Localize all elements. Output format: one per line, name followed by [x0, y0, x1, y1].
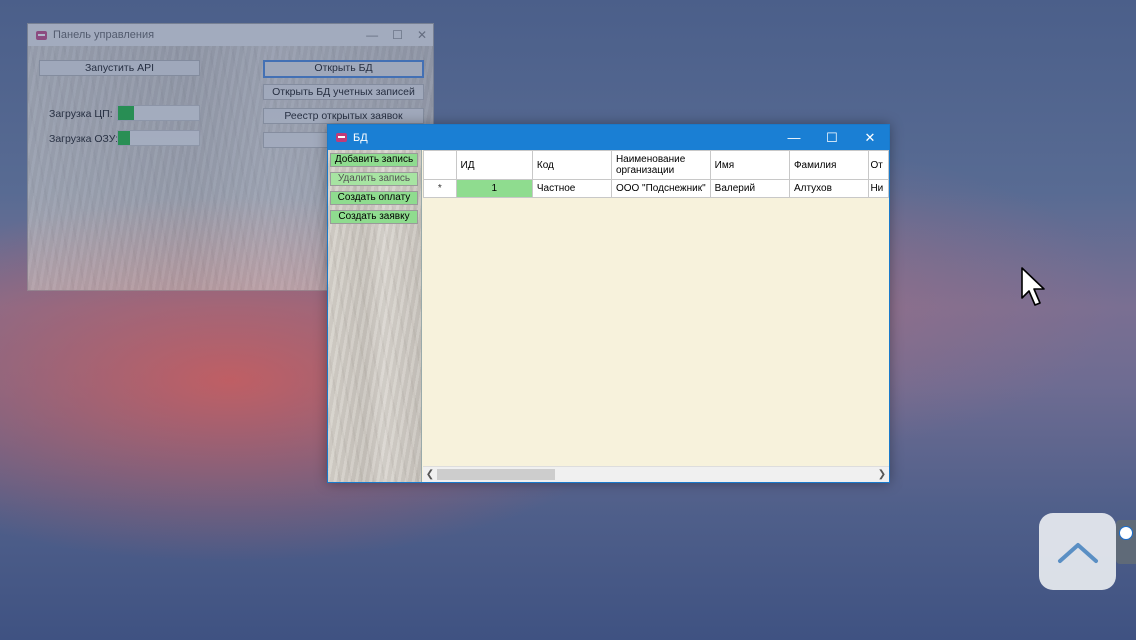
chevron-up-icon — [1057, 542, 1098, 563]
ram-progress-fill — [118, 131, 131, 145]
table-row[interactable]: * 1 Частное ООО "Подснежник" Валерий Алт… — [423, 179, 889, 198]
cpu-progress-bar — [117, 105, 200, 121]
start-api-button[interactable]: Запустить API — [39, 60, 200, 76]
open-db-button[interactable]: Открыть БД — [263, 60, 424, 78]
db-side-panel: Добавить запись Удалить запись Создать о… — [328, 150, 422, 482]
column-header[interactable]: ИД — [455, 150, 533, 180]
close-icon[interactable]: ✕ — [851, 125, 889, 150]
remote-control-icon[interactable] — [1116, 520, 1136, 564]
cpu-progress-fill — [118, 106, 135, 120]
column-header[interactable]: Имя — [709, 150, 790, 180]
column-header[interactable]: Код — [531, 150, 612, 180]
table-header-row: ИД Код Наименование организации Имя Фами… — [423, 150, 889, 180]
column-header[interactable]: Фамилия — [788, 150, 870, 180]
table-cell[interactable]: Алтухов — [788, 179, 870, 198]
scroll-top-button[interactable] — [1039, 513, 1116, 590]
row-marker[interactable]: * — [423, 179, 457, 198]
app-icon — [336, 133, 347, 142]
control-panel-title: Панель управления — [53, 29, 155, 41]
records-table: ИД Код Наименование организации Имя Фами… — [423, 150, 889, 198]
column-header[interactable]: От — [868, 150, 889, 180]
table-cell[interactable]: Частное — [531, 179, 612, 198]
minimize-icon[interactable]: — — [775, 125, 813, 150]
table-cell[interactable]: ООО "Подснежник" — [610, 179, 711, 198]
data-grid[interactable]: ИД Код Наименование организации Имя Фами… — [423, 150, 889, 482]
table-cell[interactable]: Валерий — [709, 179, 790, 198]
open-accounts-db-button[interactable]: Открыть БД учетных записей — [263, 84, 424, 100]
minimize-icon[interactable]: — — [366, 24, 378, 46]
delete-record-button[interactable]: Удалить запись — [330, 172, 418, 186]
table-cell[interactable]: 1 — [455, 179, 533, 198]
table-cell[interactable]: Ни — [868, 179, 889, 198]
create-request-button[interactable]: Создать заявку — [330, 210, 418, 224]
close-icon[interactable]: ✕ — [417, 24, 427, 46]
maximize-icon[interactable]: ☐ — [392, 24, 403, 46]
maximize-icon[interactable]: ☐ — [813, 125, 851, 150]
scrollbar-thumb[interactable] — [437, 469, 555, 480]
add-record-button[interactable]: Добавить запись — [330, 153, 418, 167]
scroll-right-icon[interactable]: ❯ — [875, 467, 889, 482]
scroll-left-icon[interactable]: ❮ — [423, 467, 437, 482]
db-window-title: БД — [353, 131, 368, 144]
control-panel-titlebar[interactable]: Панель управления — ☐ ✕ — [28, 24, 433, 46]
row-header-corner[interactable] — [423, 150, 457, 180]
cpu-label: Загрузка ЦП: — [49, 108, 113, 120]
app-icon — [36, 30, 47, 40]
create-payment-button[interactable]: Создать оплату — [330, 191, 418, 205]
ram-label: Загрузка ОЗУ: — [49, 133, 119, 145]
column-header[interactable]: Наименование организации — [610, 150, 711, 180]
horizontal-scrollbar[interactable]: ❮ ❯ — [423, 466, 889, 482]
mouse-pointer-icon — [1021, 267, 1045, 306]
ram-progress-bar — [117, 130, 200, 146]
requests-registry-button[interactable]: Реестр открытых заявок — [263, 108, 424, 124]
db-titlebar[interactable]: БД — ☐ ✕ — [328, 125, 889, 150]
db-window: БД — ☐ ✕ Добавить запись Удалить запись … — [327, 124, 890, 483]
